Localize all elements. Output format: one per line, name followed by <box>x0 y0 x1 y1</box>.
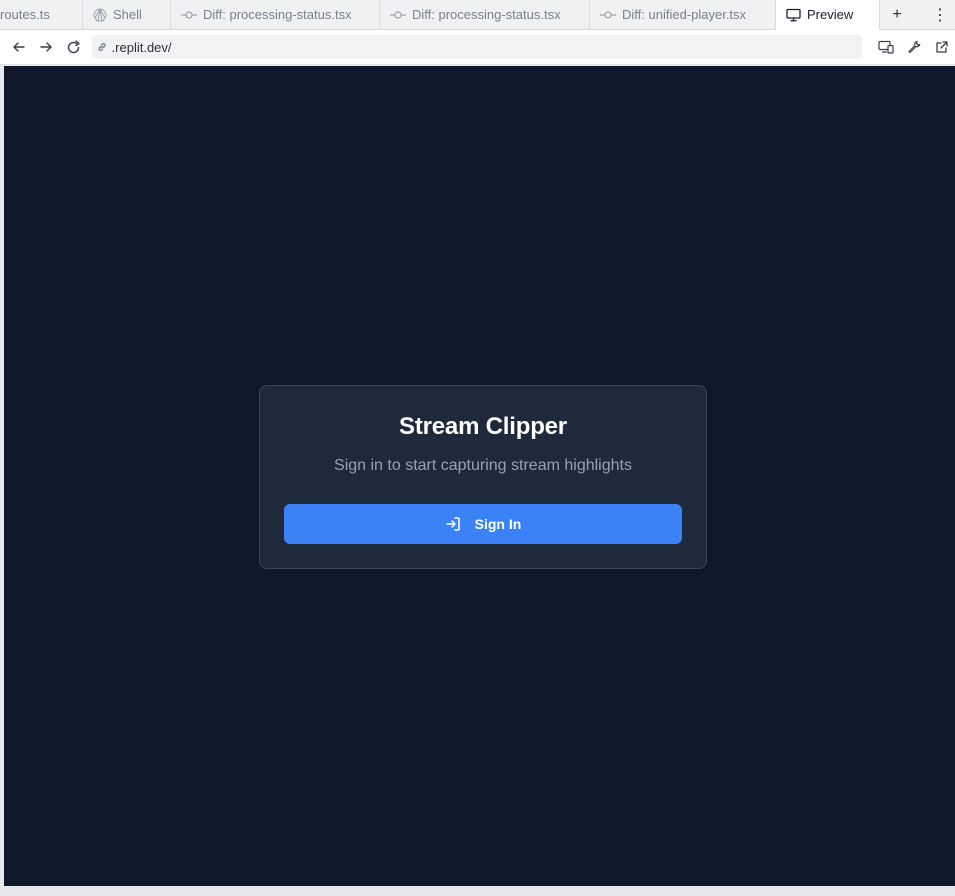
link-icon <box>96 41 108 53</box>
back-button[interactable] <box>5 33 33 61</box>
tab-label: Diff: unified-player.tsx <box>622 7 747 22</box>
open-external-button[interactable] <box>929 33 955 61</box>
tab-bar: routes.ts Shell Diff: processing-status.… <box>0 0 955 30</box>
tab-label: Diff: processing-status.tsx <box>412 7 561 22</box>
git-commit-icon <box>181 10 197 20</box>
git-commit-icon <box>600 10 616 20</box>
devices-button[interactable] <box>873 33 899 61</box>
tab-diff-processing-status-2[interactable]: Diff: processing-status.tsx <box>380 0 590 29</box>
reload-button[interactable] <box>60 33 88 61</box>
devtools-button[interactable] <box>901 33 927 61</box>
log-in-icon <box>445 516 461 532</box>
app-title: Stream Clipper <box>399 413 567 440</box>
monitor-icon <box>786 8 801 22</box>
tab-diff-processing-status-1[interactable]: Diff: processing-status.tsx <box>171 0 380 29</box>
git-commit-icon <box>390 10 406 20</box>
sign-in-label: Sign In <box>474 516 522 532</box>
reload-icon <box>68 39 80 53</box>
more-options-button[interactable]: ⋮ <box>925 0 955 29</box>
wrench-icon <box>908 40 921 54</box>
tab-shell[interactable]: Shell <box>83 0 171 29</box>
tab-label: routes.ts <box>0 7 50 22</box>
bottom-strip <box>0 886 955 896</box>
tab-label: Preview <box>807 7 854 22</box>
arrow-right-icon <box>40 42 52 52</box>
app-subtitle: Sign in to start capturing stream highli… <box>334 457 632 474</box>
add-tab-button[interactable]: + <box>880 0 914 29</box>
address-url: .replit.dev/ <box>111 39 172 55</box>
tab-routes[interactable]: routes.ts <box>0 0 83 29</box>
tab-label: Shell <box>113 7 142 22</box>
devices-icon <box>878 40 894 54</box>
signin-card: Stream Clipper Sign in to start capturin… <box>259 385 707 569</box>
preview-viewport: Stream Clipper Sign in to start capturin… <box>4 66 955 886</box>
address-bar[interactable]: .replit.dev/ <box>91 35 862 59</box>
tab-diff-unified-player[interactable]: Diff: unified-player.tsx <box>590 0 776 29</box>
address-toolbar: .replit.dev/ <box>0 30 955 65</box>
shell-icon <box>93 7 107 22</box>
tab-label: Diff: processing-status.tsx <box>203 7 352 22</box>
tab-preview[interactable]: Preview <box>776 0 880 30</box>
external-link-icon <box>936 41 948 53</box>
forward-button[interactable] <box>33 33 61 61</box>
sign-in-button[interactable]: Sign In <box>284 504 682 544</box>
arrow-left-icon <box>13 42 25 52</box>
